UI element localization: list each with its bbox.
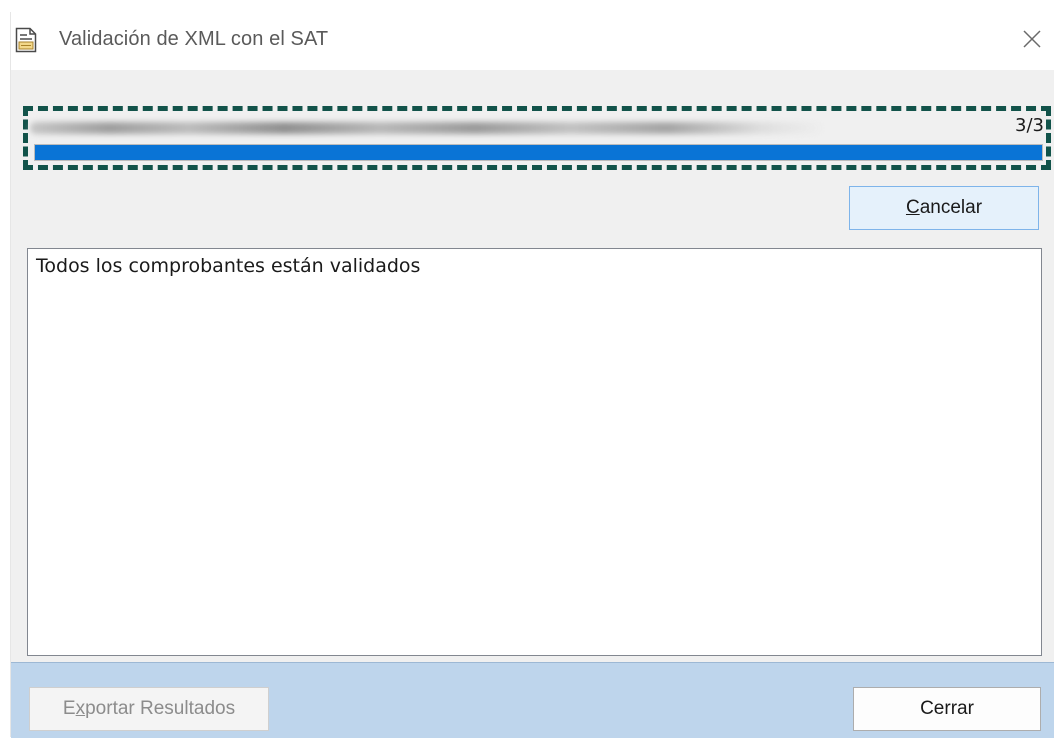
validation-dialog: Validación de XML con el SAT 3/3 Cancela… (10, 12, 1054, 738)
dialog-content: 3/3 Cancelar Todos los comprobantes está… (11, 70, 1054, 674)
close-icon (1022, 29, 1042, 53)
close-button-label: Cerrar (920, 698, 974, 719)
title-bar: Validación de XML con el SAT (11, 12, 1054, 70)
cancel-label-rest: ancelar (919, 197, 983, 218)
export-label-rest: portar Resultados (85, 698, 236, 719)
progress-section: 3/3 (23, 106, 1051, 170)
export-results-button[interactable]: Ex portar Resultados (29, 687, 269, 731)
xml-document-icon (15, 27, 37, 53)
results-text: Todos los comprobantes están validados (36, 255, 421, 277)
export-label-start: E (62, 698, 76, 719)
progress-counter: 3/3 (1015, 115, 1044, 136)
export-mnemonic: x (75, 698, 86, 719)
close-window-button[interactable] (1009, 18, 1054, 64)
progress-bar-fill (35, 145, 1042, 160)
dialog-footer: Ex portar Resultados Cerrar (11, 662, 1054, 738)
results-textbox[interactable]: Todos los comprobantes están validados (27, 248, 1042, 656)
progress-bar (34, 144, 1043, 161)
close-button[interactable]: Cerrar (853, 687, 1041, 731)
cancel-mnemonic: C (905, 197, 920, 218)
status-text-blurred (30, 122, 825, 134)
cancel-button[interactable]: Cancelar (849, 186, 1039, 230)
window-title: Validación de XML con el SAT (59, 28, 329, 50)
